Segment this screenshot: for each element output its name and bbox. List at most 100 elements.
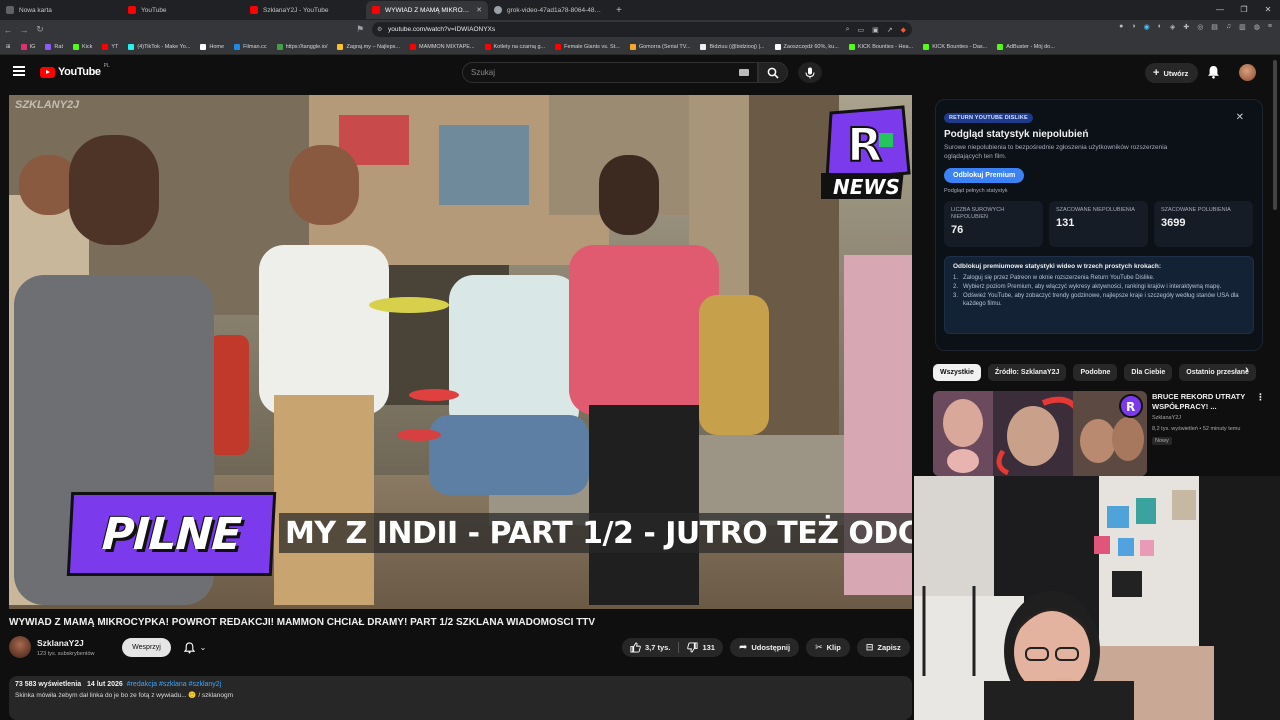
recommendation-meta: 8,2 tys. wyświetleń • 52 minuty temu (1152, 426, 1241, 432)
view-count: 73 583 wyświetlenia (15, 681, 82, 688)
channel-avatar[interactable] (9, 636, 31, 658)
list-item: 1. Zaloguj się przez Patreon w oknie rozs… (953, 275, 1155, 281)
extension-icon[interactable]: ◉ (1144, 23, 1150, 31)
bookmark-item[interactable]: Bidziuu (@bidziooj) |... (700, 43, 765, 50)
pilne-banner: PILNE (66, 492, 277, 576)
bookmark-favicon-icon (700, 43, 707, 50)
bookmark-item[interactable]: Home (200, 43, 224, 50)
news-label: NEWS (833, 175, 900, 199)
kebab-menu-icon[interactable]: ≡ (1268, 23, 1272, 31)
search-button[interactable] (758, 62, 788, 83)
bookmark-item[interactable]: Rat (45, 43, 63, 50)
new-tab-icon[interactable]: + (610, 5, 628, 16)
clip-button[interactable]: ✂ Klip (806, 638, 850, 657)
bookmarks-bar: ⊞ IG Rat Kick YT (4)TikTok - Make Yo... Home F… (0, 39, 1280, 55)
bookmark-item[interactable]: Filman.cc (234, 43, 267, 50)
profile-icon[interactable]: ◍ (1254, 23, 1260, 31)
zoom-icon[interactable]: ⌕ (846, 26, 850, 34)
chip-related[interactable]: Podobne (1073, 364, 1118, 381)
puzzle-icon[interactable]: ✚ (1183, 23, 1189, 31)
join-button[interactable]: Wesprzyj (122, 638, 171, 657)
extension-icon[interactable]: ◈ (1170, 23, 1175, 31)
recommendation-channel[interactable]: SzklanaY2J (1152, 415, 1181, 421)
keyboard-icon[interactable] (739, 69, 749, 76)
save-button[interactable]: ⊟ Zapisz (856, 638, 910, 657)
bookmark-item[interactable]: (4)TikTok - Make Yo... (128, 43, 190, 50)
tab-close-icon[interactable]: ✕ (476, 6, 482, 14)
bookmark-item[interactable]: Zagraj.my – Najleps... (337, 43, 400, 50)
notification-settings-button[interactable]: ⌄ (176, 638, 214, 657)
recommendation-thumbnail[interactable]: R (933, 391, 1147, 476)
browser-tab[interactable]: YouTube (122, 1, 244, 19)
bookmark-item[interactable]: Gomorra (Serial TV... (629, 43, 690, 50)
bookmark-item[interactable]: IG (20, 43, 35, 50)
chip-for-you[interactable]: Dla Ciebie (1124, 364, 1173, 381)
browser-tab[interactable]: Nowa karta (0, 1, 122, 19)
browser-tab-active[interactable]: WYWIAD Z MAMĄ MIKROCYPKA!✕ (366, 1, 488, 19)
bookmark-item[interactable]: Female Giants vs. St... (555, 43, 620, 50)
back-icon[interactable]: ← (0, 25, 16, 35)
ryd-subtitle: Surowe niepolubienia to bezpośrednie zgł… (944, 144, 1168, 160)
minimize-icon[interactable]: — (1208, 0, 1232, 20)
unlock-premium-button[interactable]: Odblokuj Premium (944, 168, 1025, 183)
share-icon[interactable]: ↗ (887, 26, 893, 34)
youtube-logo[interactable]: YouTube PL (40, 63, 110, 78)
maximize-icon[interactable]: ❐ (1232, 0, 1256, 20)
extension-icon[interactable]: ▤ (1211, 23, 1218, 31)
more-vertical-icon[interactable]: ⋮ (1256, 392, 1265, 403)
bookmark-item[interactable]: Kotlety na czarną g... (484, 43, 545, 50)
extension-icon[interactable]: ◐ (1158, 23, 1162, 31)
share-button[interactable]: ➦ Udostępnij (729, 638, 800, 657)
video-player[interactable]: SZKLANY2J R NEWS PILNE MY Z INDII - PART… (9, 95, 912, 609)
browser-tab[interactable]: SzklanaY2J - YouTube (244, 1, 366, 19)
extension-icon[interactable]: ◑ (1131, 23, 1135, 31)
search-input[interactable]: Szukaj (462, 62, 758, 83)
bookmark-item[interactable]: Zaoszczędź 60%, ku... (774, 43, 839, 50)
install-icon[interactable]: ▣ (872, 26, 879, 34)
cast-icon[interactable]: ▭ (857, 26, 864, 34)
reload-icon[interactable]: ↻ (32, 24, 48, 35)
extension-icon[interactable]: ◎ (1197, 23, 1203, 31)
bookmark-item[interactable]: https://tanggle.io/ (276, 43, 327, 50)
hamburger-menu-icon[interactable] (13, 66, 25, 76)
close-window-icon[interactable]: ✕ (1256, 0, 1280, 20)
create-button[interactable]: + Utwórz (1145, 63, 1199, 83)
bookmark-item[interactable]: KICK Bounties - Hea... (848, 43, 913, 50)
recommendation-title[interactable]: BRUCE REKORD UTRATY WSPÓŁPRACY! ... (1152, 392, 1252, 412)
sidebar-icon[interactable]: ▥ (1239, 23, 1246, 31)
description-box[interactable]: 73 583 wyświetlenia 14 lut 2026 #redakcj… (9, 676, 912, 720)
site-info-icon[interactable]: ⚙ (377, 26, 382, 33)
page-scrollbar[interactable] (1273, 60, 1277, 210)
forward-icon[interactable]: → (16, 25, 32, 35)
account-avatar[interactable] (1239, 64, 1256, 81)
channel-name-link[interactable]: SzklanaY2J (37, 638, 84, 648)
notifications-bell-icon[interactable] (1207, 65, 1220, 84)
like-button[interactable]: 3,7 tys. (622, 638, 678, 657)
chip-all[interactable]: Wszystkie (933, 364, 981, 381)
brave-shield-icon[interactable]: ◆ (901, 26, 906, 34)
video-actions: 3,7 tys. 131 ➦ Udostępnij ✂ Klip ⊟ Zapis… (622, 638, 910, 657)
voice-search-button[interactable] (798, 62, 822, 83)
apps-grid-icon[interactable]: ⊞ (6, 44, 11, 50)
new-badge: Nowy (1152, 437, 1172, 445)
search-icon (767, 67, 779, 79)
bookmark-star-icon[interactable]: ⚑ (352, 24, 368, 35)
bookmark-item[interactable]: AdBuster - Mój do... (997, 43, 1055, 50)
bell-icon (183, 641, 195, 653)
chevron-right-icon[interactable]: › (1245, 364, 1249, 376)
dislike-button[interactable]: 131 (679, 638, 723, 657)
extension-icon[interactable]: ● (1119, 23, 1123, 31)
full-stats-link[interactable]: Podgląd pełnych statystyk (944, 188, 1254, 194)
bookmark-item[interactable]: KICK Bounties - Das... (923, 43, 987, 50)
chip-source[interactable]: Źródło: SzklanaY2J (987, 364, 1067, 381)
hashtags[interactable]: #redakcja #szklana #szklany2j (127, 681, 222, 688)
close-icon[interactable]: ✕ (1236, 112, 1244, 123)
bookmark-favicon-icon (128, 43, 135, 50)
bookmark-item[interactable]: MAMMON MIXTAPE... (409, 43, 475, 50)
music-icon[interactable]: ♫ (1226, 23, 1231, 31)
bookmark-item[interactable]: YT (102, 43, 118, 50)
ryd-badge: RETURN YOUTUBE DISLIKE (944, 113, 1033, 123)
browser-tab[interactable]: grok-video-47ad1a78-8064-4850-91 (488, 1, 610, 19)
url-input[interactable]: ⚙ youtube.com/watch?v=IDWIAONYXs ⌕ ▭ ▣ ↗… (372, 22, 912, 37)
bookmark-item[interactable]: Kick (72, 43, 92, 50)
